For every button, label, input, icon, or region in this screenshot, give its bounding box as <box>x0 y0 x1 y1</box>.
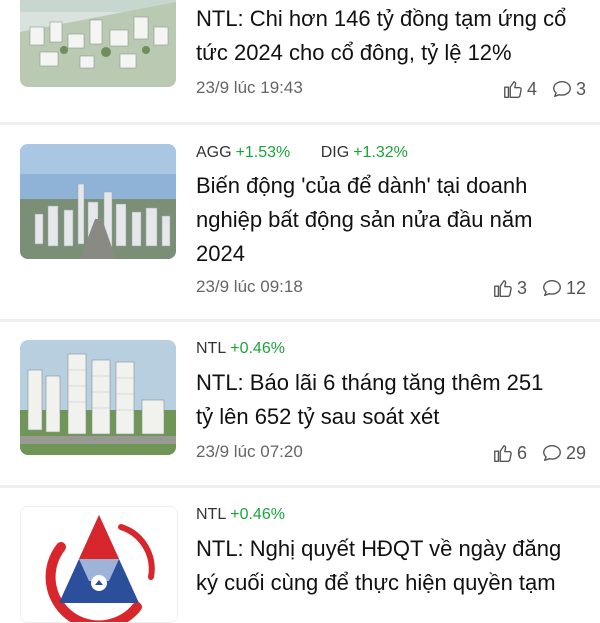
ticker-tag[interactable]: AGG +1.53% <box>196 144 290 162</box>
news-title-line[interactable]: 2024 <box>196 237 588 271</box>
city-skyline-photo-image <box>20 144 176 259</box>
news-time: 23/9 lúc 07:20 <box>196 442 303 461</box>
news-thumbnail[interactable] <box>20 506 178 623</box>
news-thumbnail[interactable] <box>20 0 176 87</box>
news-title[interactable]: NTL: Chi hơn 146 tỷ đồng tạm ứng cổ tức … <box>196 2 588 70</box>
thumbs-up-icon <box>494 280 512 297</box>
like-count: 6 <box>516 442 527 463</box>
news-title[interactable]: Biến động 'của để dành' tại doanh nghiệp… <box>196 169 588 271</box>
thumbs-up-icon <box>504 81 522 98</box>
ticker-tag[interactable]: DIG +1.32% <box>321 144 408 162</box>
apartment-towers-render-image <box>20 340 176 455</box>
ticker-symbol[interactable]: NTL <box>196 506 226 523</box>
ticker-change: +1.53% <box>235 144 291 161</box>
comment-bubble-icon <box>543 444 561 462</box>
ticker-tag[interactable]: NTL +0.46% <box>196 506 285 524</box>
ticker-change: +0.46% <box>230 340 285 357</box>
news-title[interactable]: NTL: Nghị quyết HĐQT về ngày đăng ký cuố… <box>196 532 588 600</box>
ticker-symbol[interactable]: NTL <box>196 340 226 357</box>
aerial-city-render-image <box>20 0 176 87</box>
comment-count: 12 <box>565 277 586 298</box>
ticker-symbol[interactable]: AGG <box>196 144 232 161</box>
news-title-line[interactable]: Biến động 'của để dành' tại doanh <box>196 169 588 203</box>
like-button[interactable]: 3 <box>492 277 527 299</box>
news-stats: 3 12 <box>478 277 586 299</box>
news-title-line[interactable]: ký cuối cùng để thực hiện quyền tạm <box>196 566 588 600</box>
like-count: 3 <box>516 277 527 298</box>
news-thumbnail[interactable] <box>20 340 176 455</box>
stock-tickers: NTL +0.46% <box>196 506 311 524</box>
comment-button[interactable]: 12 <box>541 277 586 299</box>
comment-button[interactable]: 3 <box>551 78 586 100</box>
ticker-tag[interactable]: NTL +0.46% <box>196 340 285 358</box>
comment-count: 3 <box>575 78 586 99</box>
news-time: 23/9 lúc 09:18 <box>196 277 303 296</box>
news-item[interactable]: NTL: Chi hơn 146 tỷ đồng tạm ứng cổ tức … <box>0 0 600 124</box>
news-title-line[interactable]: NTL: Nghị quyết HĐQT về ngày đăng <box>196 532 588 566</box>
news-stats: 4 3 <box>488 78 586 100</box>
like-button[interactable]: 4 <box>502 78 537 100</box>
news-time: 23/9 lúc 19:43 <box>196 78 303 97</box>
thumbs-up-icon <box>494 445 512 462</box>
comment-button[interactable]: 29 <box>541 442 586 464</box>
news-title-line[interactable]: NTL: Báo lãi 6 tháng tăng thêm 251 <box>196 366 588 400</box>
news-item[interactable]: NTL +0.46% NTL: Báo lãi 6 tháng tăng thêm… <box>0 322 600 486</box>
news-meta: 23/9 lúc 19:43 4 3 <box>196 78 586 102</box>
company-logo-image <box>21 507 177 622</box>
news-title-line[interactable]: tức 2024 cho cổ đông, tỷ lệ 12% <box>196 36 588 70</box>
news-title-line[interactable]: NTL: Chi hơn 146 tỷ đồng tạm ứng cổ <box>196 2 588 36</box>
comment-bubble-icon <box>553 80 571 98</box>
news-title-line[interactable]: nghiệp bất động sản nửa đầu năm <box>196 203 588 237</box>
ticker-change: +1.32% <box>353 144 408 161</box>
news-title[interactable]: NTL: Báo lãi 6 tháng tăng thêm 251 tỷ lê… <box>196 366 588 434</box>
news-item[interactable]: NTL +0.46% NTL: Nghị quyết HĐQT về ngày đ… <box>0 488 600 623</box>
ticker-change: +0.46% <box>230 506 285 523</box>
ticker-symbol[interactable]: DIG <box>321 144 349 161</box>
news-meta: 23/9 lúc 07:20 6 29 <box>196 442 586 466</box>
news-title-line[interactable]: tỷ lên 652 tỷ sau soát xét <box>196 400 588 434</box>
like-count: 4 <box>526 78 537 99</box>
comment-bubble-icon <box>543 279 561 297</box>
news-meta: 23/9 lúc 09:18 3 12 <box>196 277 586 301</box>
news-feed: NTL: Chi hơn 146 tỷ đồng tạm ứng cổ tức … <box>0 0 600 623</box>
news-thumbnail[interactable] <box>20 144 176 259</box>
news-stats: 6 29 <box>478 442 586 464</box>
news-item[interactable]: AGG +1.53% DIG +1.32% Biến động 'của để dà… <box>0 125 600 320</box>
stock-tickers: NTL +0.46% <box>196 340 311 358</box>
like-button[interactable]: 6 <box>492 442 527 464</box>
stock-tickers: AGG +1.53% DIG +1.32% <box>196 144 434 162</box>
comment-count: 29 <box>565 442 586 463</box>
